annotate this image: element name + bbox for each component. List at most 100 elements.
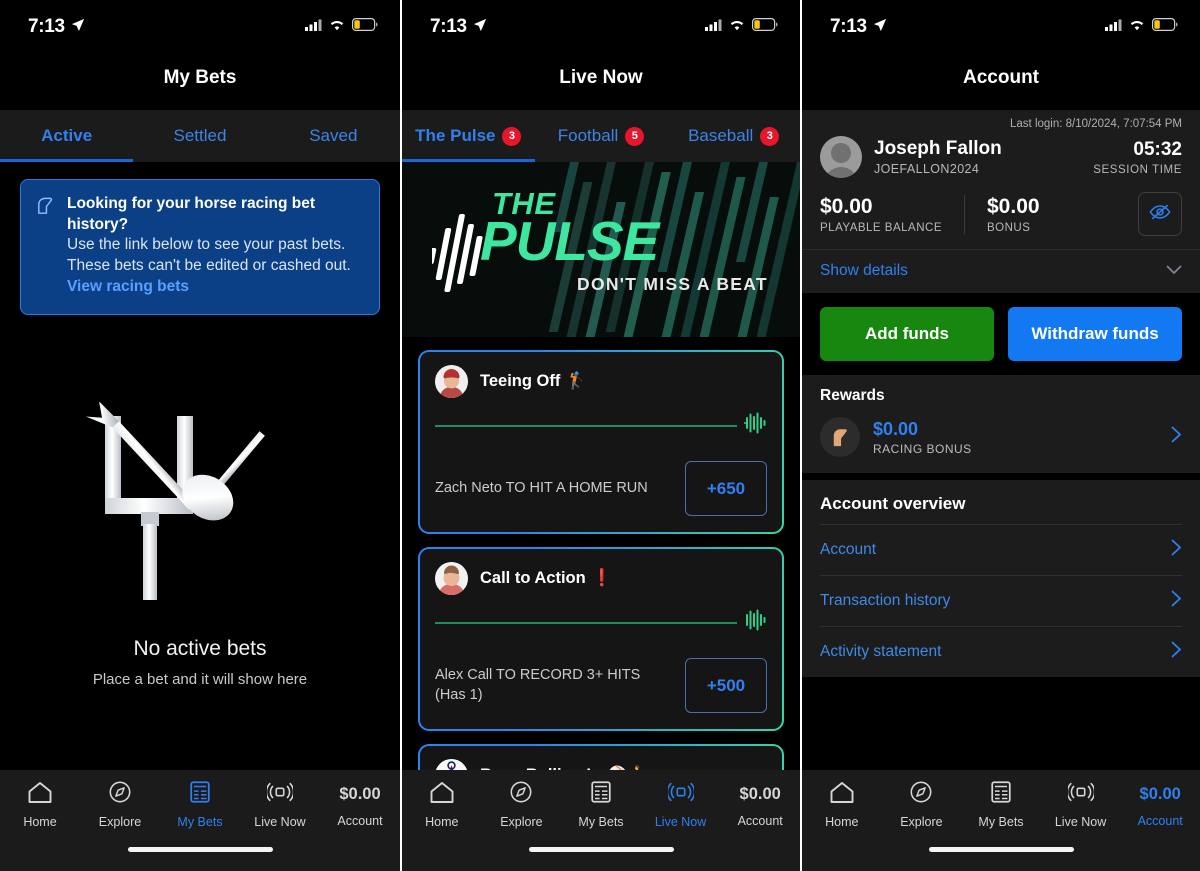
- tab-football-badge: 5: [625, 126, 645, 146]
- battery-low-icon: [752, 18, 778, 36]
- overview-row-activity-statement[interactable]: Activity statement: [820, 626, 1182, 677]
- tab-the-pulse[interactable]: The Pulse 3: [402, 110, 535, 162]
- status-time: 7:13: [430, 16, 467, 37]
- last-login-text: Last login: 8/10/2024, 7:07:54 PM: [1010, 118, 1182, 130]
- eye-off-icon: [1149, 203, 1171, 226]
- nav-home-label: Home: [23, 815, 57, 829]
- pulse-bars-icon: [432, 214, 483, 292]
- nav-my-bets[interactable]: My Bets: [561, 780, 641, 829]
- nav-explore[interactable]: Explore: [882, 780, 962, 829]
- overview-row-account-label: Account: [820, 541, 877, 558]
- funds-buttons-row: Add funds Withdraw funds: [802, 293, 1200, 375]
- nav-my-bets[interactable]: My Bets: [961, 780, 1041, 829]
- tab-football[interactable]: Football 5: [535, 110, 668, 162]
- bottom-nav-items: Home Explore My Bets Live Now $0.00 Acco…: [802, 780, 1200, 829]
- nav-home[interactable]: Home: [402, 780, 482, 829]
- status-indicators: [705, 18, 778, 36]
- pulse-card[interactable]: Runs Rolling In ⚾🏃: [418, 744, 784, 770]
- banner-body: Looking for your horse racing bet histor…: [67, 194, 363, 298]
- compass-icon: [508, 780, 534, 809]
- pulse-waveform-icon: [743, 412, 767, 439]
- tab-the-pulse-label: The Pulse: [415, 126, 496, 145]
- show-details-row[interactable]: Show details: [802, 249, 1200, 293]
- nav-account[interactable]: $0.00 Account: [1120, 780, 1200, 829]
- pulse-card[interactable]: Teeing Off 🏌️ Zach Neto TO HIT A HOME RU…: [418, 350, 784, 534]
- chevron-right-icon: [1171, 641, 1182, 663]
- nav-my-bets[interactable]: My Bets: [160, 780, 240, 829]
- pulse-card-title: Runs Rolling In: [480, 766, 601, 770]
- nav-live-now[interactable]: Live Now: [240, 780, 320, 829]
- nav-home[interactable]: Home: [0, 780, 80, 829]
- nav-account[interactable]: $0.00 Account: [720, 780, 800, 829]
- overview-row-transaction-history-label: Transaction history: [820, 592, 951, 609]
- cellular-signal-icon: [705, 18, 722, 36]
- chevron-right-icon: [1171, 426, 1182, 449]
- pulse-tagline: DON'T MISS A BEAT: [577, 274, 768, 294]
- nav-live-now[interactable]: Live Now: [1041, 780, 1121, 829]
- the-pulse-hero-banner: THE PULSE DON'T MISS A BEAT: [402, 162, 800, 337]
- overview-row-transaction-history[interactable]: Transaction history: [820, 575, 1182, 626]
- empty-state-title: No active bets: [133, 637, 267, 660]
- pulse-card[interactable]: Call to Action ❗ Alex Call TO RECORD 3+ …: [418, 547, 784, 731]
- bonus-balance-amount: $0.00: [987, 194, 1040, 218]
- pulse-waveform-icon: [743, 609, 767, 636]
- add-funds-button[interactable]: Add funds: [820, 307, 994, 361]
- pulse-card-header: Call to Action ❗: [435, 562, 767, 595]
- live-now-content: THE PULSE DON'T MISS A BEAT Teeing Off 🏌…: [402, 162, 800, 770]
- nav-explore-label: Explore: [500, 815, 543, 829]
- pulse-card-bet-text: Alex Call TO RECORD 3+ HITS (Has 1): [435, 667, 641, 703]
- pulse-card-title-group: Runs Rolling In ⚾🏃: [480, 766, 648, 770]
- nav-explore[interactable]: Explore: [482, 780, 562, 829]
- page-title: Live Now: [402, 46, 800, 110]
- wifi-icon: [1129, 18, 1145, 36]
- tab-active-label: Active: [41, 126, 93, 145]
- tab-settled[interactable]: Settled: [133, 110, 266, 162]
- location-arrow-icon: [473, 16, 487, 38]
- status-time-group: 7:13: [830, 16, 887, 38]
- view-racing-bets-link[interactable]: View racing bets: [67, 277, 189, 298]
- banner-text: Use the link below to see your past bets…: [67, 236, 351, 274]
- odds-button[interactable]: +500: [685, 658, 767, 713]
- tab-saved[interactable]: Saved: [267, 110, 400, 162]
- playable-balance-amount: $0.00: [820, 194, 873, 218]
- status-bar: 7:13: [402, 0, 800, 46]
- wifi-icon: [729, 18, 745, 36]
- tab-saved-label: Saved: [309, 126, 358, 145]
- empty-state: No active bets Place a bet and it will s…: [0, 401, 400, 688]
- overview-row-account[interactable]: Account: [820, 524, 1182, 575]
- chevron-right-icon: [1171, 539, 1182, 561]
- nav-home[interactable]: Home: [802, 780, 882, 829]
- compass-icon: [107, 780, 133, 809]
- horse-racing-info-banner: Looking for your horse racing bet histor…: [20, 179, 380, 316]
- pulse-card-bet-row: Zach Neto TO HIT A HOME RUN +650: [435, 461, 767, 516]
- cellular-signal-icon: [1105, 18, 1122, 36]
- nav-explore-label: Explore: [900, 815, 943, 829]
- cellular-signal-icon: [305, 18, 322, 36]
- tab-baseball[interactable]: Baseball 3: [667, 110, 800, 162]
- phone-screen-my-bets: 7:13 My Bets Active Settled Saved Lookin…: [0, 0, 400, 871]
- bonus-balance: $0.00 BONUS: [964, 194, 1062, 234]
- odds-button[interactable]: +650: [685, 461, 767, 516]
- nav-live-now-label: Live Now: [1054, 815, 1107, 829]
- progress-line: [435, 621, 737, 624]
- hide-balance-button[interactable]: [1138, 192, 1182, 236]
- phone-screen-account: 7:13 Account Last login: 8/10/2024, 7:07…: [800, 0, 1200, 871]
- chevron-right-icon: [1171, 590, 1182, 612]
- pulse-card-bet-text: Zach Neto TO HIT A HOME RUN: [435, 479, 648, 496]
- tab-active[interactable]: Active: [0, 110, 134, 162]
- battery-low-icon: [1152, 18, 1178, 36]
- nav-live-now[interactable]: Live Now: [641, 780, 721, 829]
- playable-balance-label: PLAYABLE BALANCE: [820, 221, 942, 234]
- location-arrow-icon: [71, 16, 85, 38]
- status-indicators: [305, 18, 378, 36]
- nav-my-bets-label: My Bets: [978, 815, 1024, 829]
- page-title: My Bets: [0, 46, 400, 110]
- withdraw-funds-button[interactable]: Withdraw funds: [1008, 307, 1182, 361]
- session-time-label: SESSION TIME: [1093, 163, 1182, 176]
- nav-explore[interactable]: Explore: [80, 780, 160, 829]
- three-phone-screenshots: 7:13 My Bets Active Settled Saved Lookin…: [0, 0, 1200, 871]
- nav-account[interactable]: $0.00 Account: [320, 780, 400, 829]
- pulse-card-title-group: Teeing Off 🏌️: [480, 372, 587, 391]
- account-content: Last login: 8/10/2024, 7:07:54 PM Joseph…: [802, 110, 1200, 770]
- racing-bonus-row[interactable]: $0.00 RACING BONUS: [820, 405, 1182, 473]
